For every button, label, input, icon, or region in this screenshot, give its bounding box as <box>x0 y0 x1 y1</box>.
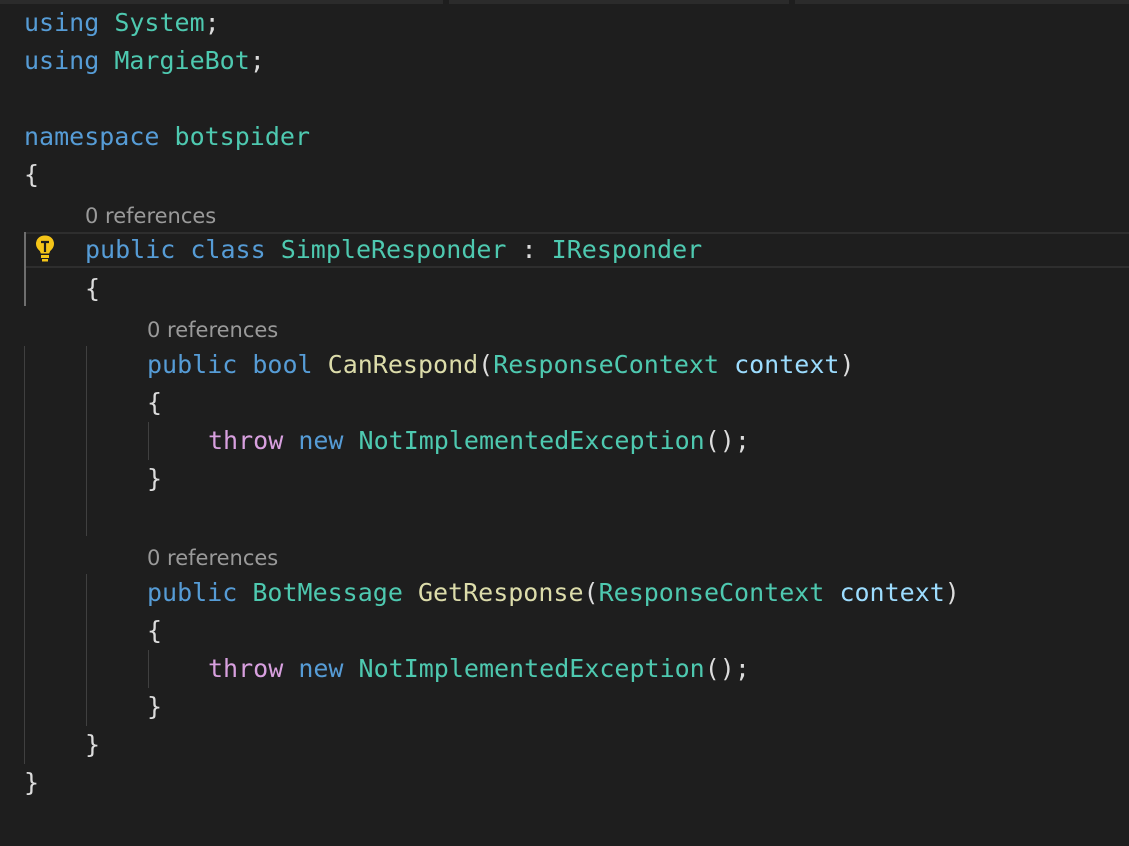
code-line-getresponse-open-brace[interactable]: { <box>147 612 162 650</box>
code-line-getresponse-throw[interactable]: throw new NotImplementedException(); <box>208 650 750 688</box>
open-brace: { <box>24 160 40 189</box>
call-tail: (); <box>704 654 750 683</box>
code-line-getresponse-signature[interactable]: public BotMessage GetResponse(ResponseCo… <box>147 574 960 612</box>
code-line-namespace-open-brace[interactable]: { <box>24 156 39 194</box>
exception-type: NotImplementedException <box>358 654 705 683</box>
code-line-using-margiebot[interactable]: using MargieBot; <box>24 42 265 80</box>
exception-type: NotImplementedException <box>358 426 705 455</box>
close-brace: } <box>24 768 40 797</box>
close-paren: ) <box>944 578 960 607</box>
param-type: ResponseContext <box>598 578 825 607</box>
code-line-canrespond-signature[interactable]: public bool CanRespond(ResponseContext c… <box>147 346 855 384</box>
call-tail: (); <box>704 426 750 455</box>
keyword-using: using <box>24 46 100 75</box>
code-line-class-declaration[interactable]: public class SimpleResponder : IResponde… <box>85 231 702 269</box>
keyword-class: class <box>190 235 266 264</box>
indent-guide-method2 <box>86 574 87 726</box>
lightbulb-icon[interactable] <box>33 233 57 263</box>
code-line-canrespond-throw[interactable]: throw new NotImplementedException(); <box>208 422 750 460</box>
codelens-references-getresponse[interactable]: 0 references <box>147 543 278 573</box>
class-name: SimpleResponder <box>280 235 507 264</box>
keyword-using: using <box>24 8 100 37</box>
indent-guide-body1 <box>148 422 149 460</box>
keyword-public: public <box>85 235 176 264</box>
keyword-public: public <box>147 350 238 379</box>
keyword-public: public <box>147 578 238 607</box>
namespace-name: botspider <box>174 122 310 151</box>
method-name: CanRespond <box>327 350 479 379</box>
param-name: context <box>839 578 945 607</box>
editor-top-strip-right <box>795 0 1129 4</box>
indent-guide-method1 <box>86 346 87 536</box>
code-line-canrespond-close-brace[interactable]: } <box>147 460 162 498</box>
open-brace: { <box>85 274 101 303</box>
editor-top-strip-middle <box>449 0 789 4</box>
code-line-class-open-brace[interactable]: { <box>85 270 100 308</box>
code-line-class-close-brace[interactable]: } <box>85 726 100 764</box>
close-brace: } <box>147 464 163 493</box>
close-brace: } <box>85 730 101 759</box>
method-name: GetResponse <box>417 578 584 607</box>
code-line-canrespond-open-brace[interactable]: { <box>147 384 162 422</box>
semicolon: ; <box>249 46 265 75</box>
code-line-namespace-close-brace[interactable]: } <box>24 764 39 802</box>
open-brace: { <box>147 616 163 645</box>
open-paren: ( <box>478 350 494 379</box>
codelens-references-class[interactable]: 0 references <box>85 201 216 231</box>
param-name: context <box>734 350 840 379</box>
selection-gutter-bar <box>24 232 26 306</box>
namespace-ref: System <box>114 8 205 37</box>
return-type: BotMessage <box>252 578 403 607</box>
param-type: ResponseContext <box>493 350 720 379</box>
code-line-using-system[interactable]: using System; <box>24 4 220 42</box>
codelens-references-canrespond[interactable]: 0 references <box>147 315 278 345</box>
keyword-new: new <box>298 426 344 455</box>
indent-guide-body2 <box>148 650 149 688</box>
keyword-new: new <box>298 654 344 683</box>
open-brace: { <box>147 388 163 417</box>
code-line-namespace[interactable]: namespace botspider <box>24 118 310 156</box>
colon: : <box>521 235 537 264</box>
indent-guide-namespace <box>24 346 25 764</box>
code-editor[interactable]: using System; using MargieBot; namespace… <box>0 0 1129 846</box>
open-paren: ( <box>583 578 599 607</box>
keyword-namespace: namespace <box>24 122 160 151</box>
base-interface: IResponder <box>551 235 703 264</box>
close-brace: } <box>147 692 163 721</box>
keyword-throw: throw <box>208 426 284 455</box>
namespace-ref: MargieBot <box>114 46 250 75</box>
close-paren: ) <box>839 350 855 379</box>
keyword-throw: throw <box>208 654 284 683</box>
code-line-getresponse-close-brace[interactable]: } <box>147 688 162 726</box>
semicolon: ; <box>204 8 220 37</box>
keyword-bool: bool <box>252 350 313 379</box>
